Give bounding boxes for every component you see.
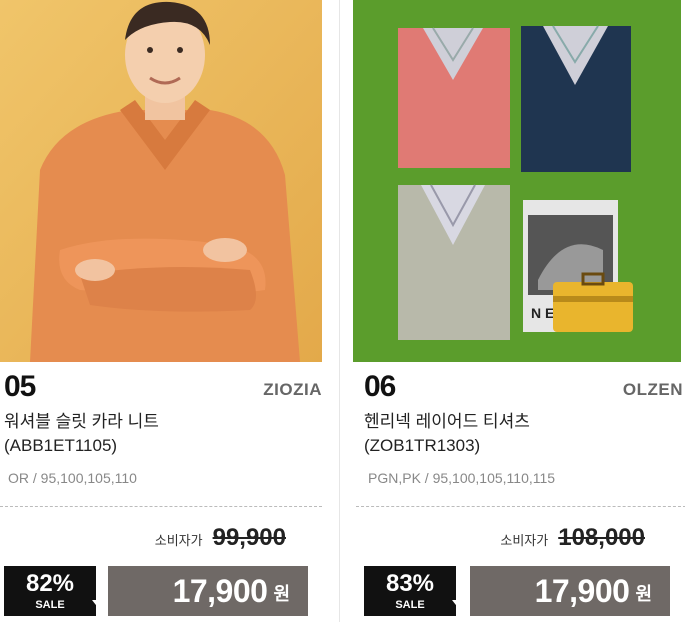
discount-percent: 83% bbox=[385, 570, 435, 597]
card-divider bbox=[339, 0, 340, 622]
product-image-henley-tees: N E bbox=[353, 0, 681, 362]
product-number: 05 bbox=[4, 370, 36, 403]
product-name-line1: 헨리넥 레이어드 티셔츠 bbox=[364, 412, 530, 431]
original-price-row: 소비자가 99,900 bbox=[155, 524, 286, 552]
discount-percent: 82% bbox=[25, 570, 75, 597]
original-price: 99,900 bbox=[212, 524, 286, 551]
original-price-label: 소비자가 bbox=[154, 533, 203, 548]
product-options: PGN,PK / 95,100,105,110,115 bbox=[368, 470, 556, 486]
sale-label: SALE bbox=[395, 599, 425, 611]
product-card-05[interactable]: 05 ZIOZIA 워셔블 슬릿 카라 니트 (ABB1ET1105) OR /… bbox=[0, 0, 324, 622]
sale-label: SALE bbox=[35, 599, 65, 611]
original-price: 108,000 bbox=[558, 524, 645, 551]
product-number: 06 bbox=[364, 370, 396, 403]
product-code: (ZOB1TR1303) bbox=[364, 436, 481, 455]
sale-price: 17,900 bbox=[534, 572, 630, 609]
brand-name[interactable]: ZIOZIA bbox=[263, 380, 322, 400]
product-options: OR / 95,100,105,110 bbox=[8, 470, 137, 486]
product-card-06[interactable]: N E 06 OLZEN 헨리넥 레이어드 티셔츠 (ZOB1TR1303) P… bbox=[352, 0, 685, 622]
original-price-label: 소비자가 bbox=[500, 533, 549, 548]
product-name[interactable]: 워셔블 슬릿 카라 니트 (ABB1ET1105) bbox=[4, 410, 159, 458]
currency-unit: 원 bbox=[273, 584, 290, 604]
currency-unit: 원 bbox=[635, 584, 652, 604]
product-name-line1: 워셔블 슬릿 카라 니트 bbox=[4, 412, 159, 431]
sale-price: 17,900 bbox=[172, 572, 268, 609]
product-code: (ABB1ET1105) bbox=[4, 436, 118, 455]
product-photo[interactable]: N E bbox=[353, 0, 681, 362]
sale-price-box[interactable]: 17,900 원 bbox=[470, 566, 670, 616]
dashed-divider bbox=[0, 506, 322, 507]
product-name[interactable]: 헨리넥 레이어드 티셔츠 (ZOB1TR1303) bbox=[364, 410, 530, 458]
dashed-divider bbox=[356, 506, 685, 507]
brand-name[interactable]: OLZEN bbox=[623, 380, 683, 400]
discount-badge: 83% SALE bbox=[364, 566, 456, 616]
svg-text:N E: N E bbox=[531, 305, 554, 321]
product-image-orange-knit bbox=[0, 0, 322, 362]
product-photo[interactable] bbox=[0, 0, 322, 362]
sale-price-box[interactable]: 17,900 원 bbox=[108, 566, 308, 616]
original-price-row: 소비자가 108,000 bbox=[500, 524, 645, 552]
discount-badge: 82% SALE bbox=[4, 566, 96, 616]
